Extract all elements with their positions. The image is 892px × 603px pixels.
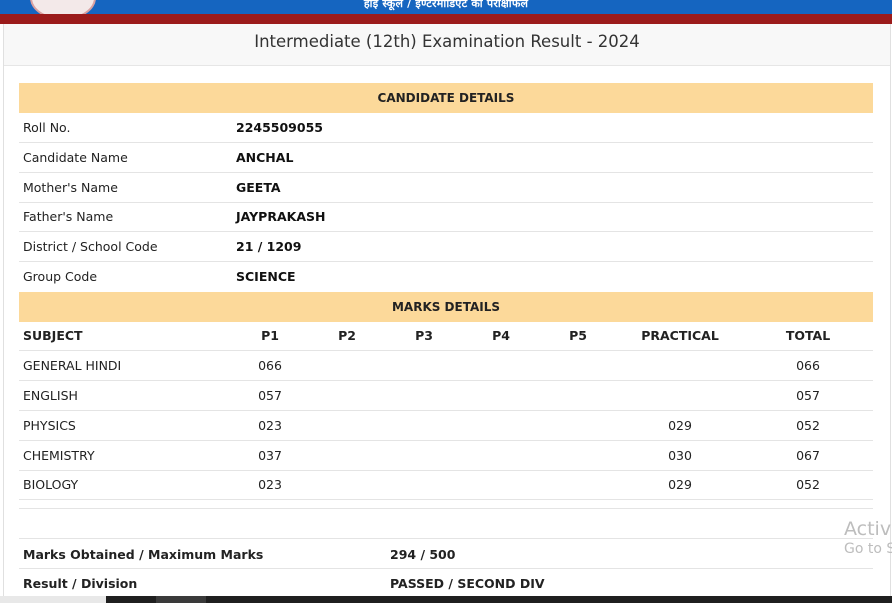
column-header-subject: SUBJECT — [23, 328, 83, 343]
detail-value: GEETA — [236, 180, 281, 195]
marks-obtained-value: 294 / 500 — [390, 547, 456, 562]
p1-cell: 037 — [258, 448, 282, 463]
top-banner: हाई स्कूल / इण्टरमीडिएट का परीक्षाफल — [0, 0, 892, 14]
detail-value: 2245509055 — [236, 120, 323, 135]
candidate-details-heading: CANDIDATE DETAILS — [19, 83, 873, 113]
activation-watermark: Activ Go to S — [844, 518, 892, 557]
marks-details-heading: MARKS DETAILS — [19, 292, 873, 322]
p1-cell: 066 — [258, 358, 282, 373]
detail-row-group-code: Group Code SCIENCE — [19, 262, 873, 291]
detail-label: Father's Name — [23, 209, 114, 224]
table-row: GENERAL HINDI 066 066 — [19, 351, 873, 381]
table-row: ENGLISH 057 057 — [19, 381, 873, 411]
detail-row-district-school-code: District / School Code 21 / 1209 — [19, 232, 873, 262]
p1-cell: 023 — [258, 477, 282, 492]
marks-obtained-row: Marks Obtained / Maximum Marks 294 / 500 — [19, 538, 873, 569]
total-cell: 052 — [796, 418, 820, 433]
detail-label: Group Code — [23, 269, 98, 284]
subject-cell: GENERAL HINDI — [23, 358, 122, 373]
column-header-p2: P2 — [338, 328, 356, 343]
detail-row-roll-no: Roll No. 2245509055 — [19, 113, 873, 143]
p1-cell: 057 — [258, 388, 282, 403]
total-cell: 067 — [796, 448, 820, 463]
marks-obtained-label: Marks Obtained / Maximum Marks — [23, 547, 264, 562]
detail-value: SCIENCE — [236, 269, 296, 284]
banner-text: हाई स्कूल / इण्टरमीडिएट का परीक्षाफल — [363, 0, 529, 10]
column-header-p4: P4 — [492, 328, 510, 343]
detail-label: Mother's Name — [23, 180, 118, 195]
result-division-row: Result / Division PASSED / SECOND DIV — [19, 568, 873, 597]
result-division-value: PASSED / SECOND DIV — [390, 576, 545, 591]
taskbar-search-area[interactable] — [0, 596, 106, 603]
practical-cell: 029 — [668, 477, 692, 492]
table-spacer-row — [19, 500, 873, 509]
column-header-practical: PRACTICAL — [641, 328, 719, 343]
detail-label: District / School Code — [23, 239, 158, 254]
detail-label: Candidate Name — [23, 150, 128, 165]
detail-value: ANCHAL — [236, 150, 294, 165]
subject-cell: PHYSICS — [23, 418, 76, 433]
table-row: PHYSICS 023 029 052 — [19, 411, 873, 441]
subject-cell: ENGLISH — [23, 388, 78, 403]
column-header-p5: P5 — [569, 328, 587, 343]
detail-row-candidate-name: Candidate Name ANCHAL — [19, 143, 873, 173]
marks-header-row: SUBJECT P1 P2 P3 P4 P5 PRACTICAL TOTAL — [19, 321, 873, 351]
watermark-line-1: Activ — [844, 518, 892, 540]
detail-row-father-name: Father's Name JAYPRAKASH — [19, 202, 873, 232]
detail-value: 21 / 1209 — [236, 239, 302, 254]
table-row: BIOLOGY 023 029 052 — [19, 470, 873, 500]
total-cell: 066 — [796, 358, 820, 373]
watermark-line-2: Go to S — [844, 541, 892, 557]
table-row: CHEMISTRY 037 030 067 — [19, 441, 873, 471]
taskbar — [0, 596, 892, 603]
banner-stripe — [0, 14, 892, 24]
detail-row-mother-name: Mother's Name GEETA — [19, 173, 873, 203]
detail-label: Roll No. — [23, 120, 71, 135]
result-division-label: Result / Division — [23, 576, 138, 591]
total-cell: 052 — [796, 477, 820, 492]
column-header-p3: P3 — [415, 328, 433, 343]
practical-cell: 030 — [668, 448, 692, 463]
taskbar-app-button[interactable] — [156, 596, 206, 603]
subject-cell: BIOLOGY — [23, 477, 79, 492]
detail-value: JAYPRAKASH — [236, 209, 326, 224]
practical-cell: 029 — [668, 418, 692, 433]
subject-cell: CHEMISTRY — [23, 448, 95, 463]
page-title: Intermediate (12th) Examination Result -… — [254, 32, 640, 51]
column-header-total: TOTAL — [785, 328, 831, 343]
column-header-p1: P1 — [261, 328, 279, 343]
p1-cell: 023 — [258, 418, 282, 433]
card-header: Intermediate (12th) Examination Result -… — [4, 24, 890, 66]
total-cell: 057 — [796, 388, 820, 403]
